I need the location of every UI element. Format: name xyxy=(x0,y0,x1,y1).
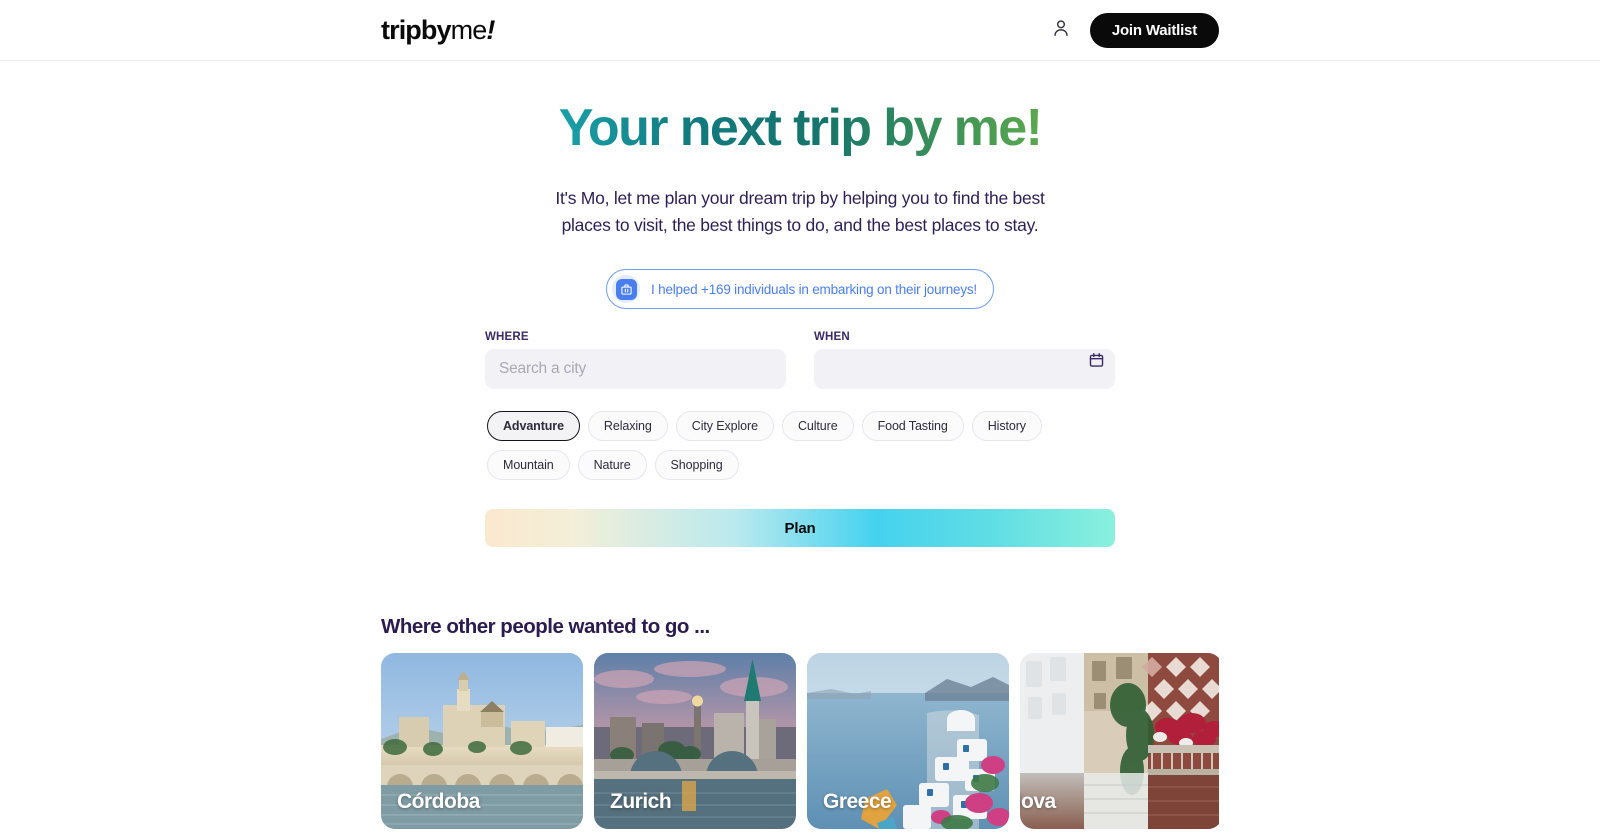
tag-advanture[interactable]: Advanture xyxy=(487,411,580,442)
destination-name: Greece xyxy=(823,790,892,814)
where-field-group: WHERE xyxy=(485,331,786,390)
search-city-input[interactable] xyxy=(485,349,786,390)
when-label: WHEN xyxy=(814,331,850,344)
tag-relaxing[interactable]: Relaxing xyxy=(587,411,668,442)
header-inner: tripby me! Join Waitlist xyxy=(381,0,1219,60)
tag-mountain[interactable]: Mountain xyxy=(487,450,570,481)
suitcase-icon-ring xyxy=(612,275,641,304)
site-header: tripby me! Join Waitlist xyxy=(0,0,1600,61)
hero-section: Your next trip by me! It's Mo, let me pl… xyxy=(0,61,1600,310)
destination-card[interactable]: Padova xyxy=(1020,653,1219,830)
destination-name: Padova xyxy=(1020,790,1056,814)
suitcase-icon xyxy=(615,278,637,300)
destinations-heading: Where other people wanted to go ... xyxy=(381,615,710,639)
destination-card[interactable]: Córdoba xyxy=(381,653,583,830)
when-field-group: WHEN xyxy=(814,331,1115,390)
destination-card[interactable]: Greece xyxy=(807,653,1009,830)
social-proof-text: I helped +169 individuals in embarking o… xyxy=(651,281,977,297)
search-fields: WHERE WHEN xyxy=(485,331,1115,390)
header-actions: Join Waitlist xyxy=(1050,12,1219,48)
logo-bold-part: tripby xyxy=(381,14,452,45)
plan-button[interactable]: Plan xyxy=(485,509,1115,548)
date-input[interactable] xyxy=(814,349,1115,390)
join-waitlist-button[interactable]: Join Waitlist xyxy=(1089,12,1219,48)
calendar-icon[interactable] xyxy=(1088,352,1105,369)
trip-search-panel: WHERE WHEN AdvantureRelaxingCity Explore… xyxy=(485,331,1115,548)
destination-name: Zurich xyxy=(610,790,672,814)
destination-card-row: Córdoba Zurich Greece ova xyxy=(381,653,1219,830)
destination-card[interactable]: Zurich xyxy=(594,653,796,830)
destination-name: Córdoba xyxy=(397,790,480,814)
logo[interactable]: tripby me! xyxy=(381,14,495,46)
social-proof-badge: I helped +169 individuals in embarking o… xyxy=(606,269,994,310)
tag-culture[interactable]: Culture xyxy=(781,411,854,442)
badge-container: I helped +169 individuals in embarking o… xyxy=(0,269,1600,310)
logo-light-part: me xyxy=(450,14,488,45)
tag-city-explore[interactable]: City Explore xyxy=(675,411,774,442)
page-title: Your next trip by me! xyxy=(558,99,1043,157)
tag-history[interactable]: History xyxy=(971,411,1042,442)
user-icon[interactable] xyxy=(1050,17,1072,44)
tag-food-tasting[interactable]: Food Tasting xyxy=(861,411,964,442)
logo-exclamation: ! xyxy=(486,14,495,45)
destinations-section: Where other people wanted to go ... Córd… xyxy=(381,615,1219,830)
hero-subtitle: It's Mo, let me plan your dream trip by … xyxy=(555,188,1045,236)
where-label: WHERE xyxy=(485,331,529,344)
tag-shopping[interactable]: Shopping xyxy=(654,450,739,481)
tag-nature[interactable]: Nature xyxy=(577,450,647,481)
trip-style-tags: Advanture Relaxing City Explore Culture Food… xyxy=(485,411,1115,481)
